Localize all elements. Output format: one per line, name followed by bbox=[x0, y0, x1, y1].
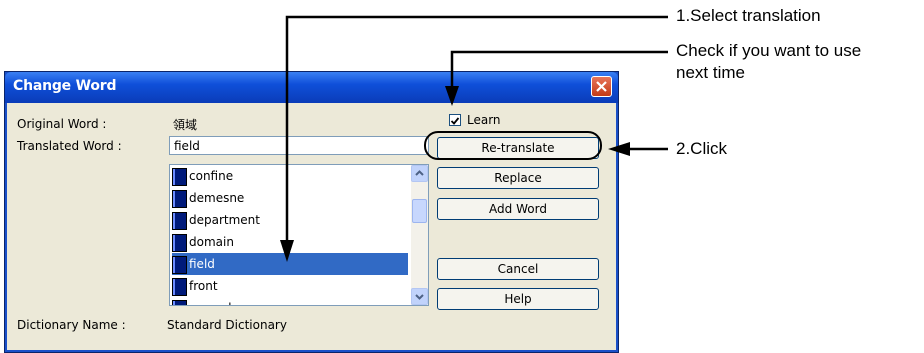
annotation-arrows bbox=[280, 15, 668, 262]
arrowhead-click bbox=[608, 142, 630, 156]
arrowhead-learn-check bbox=[445, 86, 459, 106]
arrow-learn-check bbox=[450, 50, 668, 94]
arrowhead-select-translation bbox=[280, 240, 294, 262]
